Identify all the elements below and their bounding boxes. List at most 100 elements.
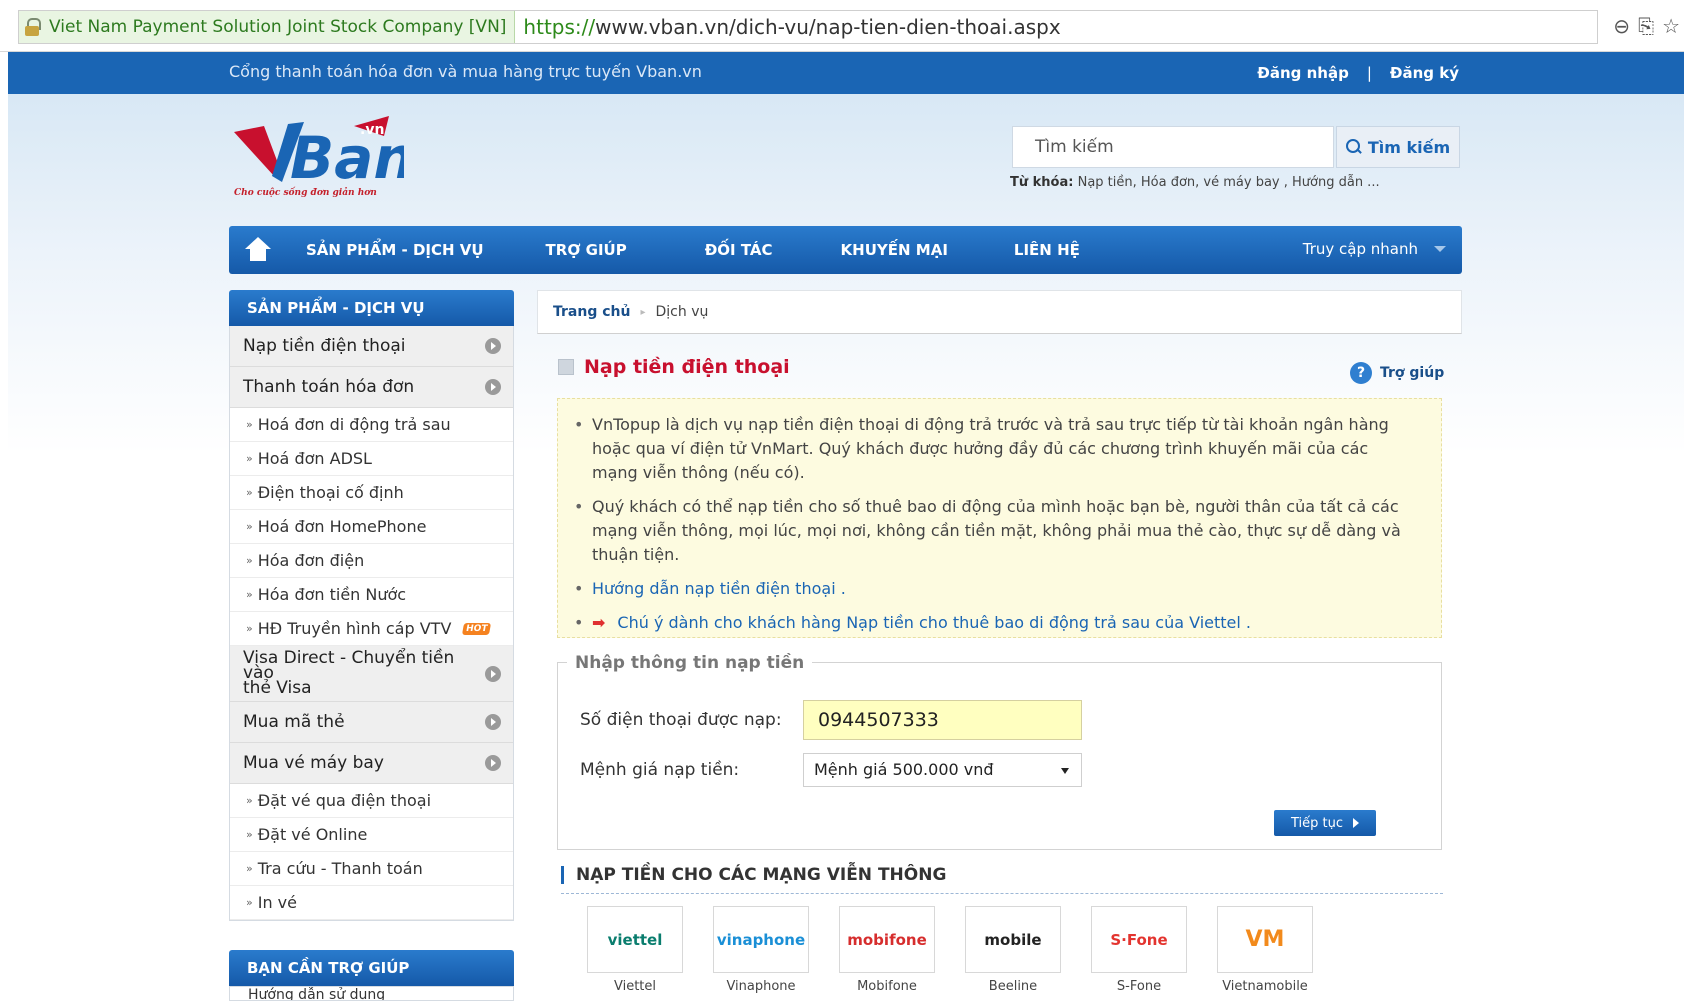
nav-promotions[interactable]: KHUYẾN MẠI	[841, 241, 948, 259]
circle-arrow-icon	[485, 714, 501, 730]
networks-divider	[561, 893, 1443, 894]
dropdown-arrow-icon	[1061, 768, 1069, 774]
sidebar-cat-label: Thanh toán hóa đơn	[243, 377, 415, 397]
bullet-icon: »	[246, 588, 253, 601]
home-icon[interactable]	[243, 237, 273, 263]
sidebar-cat-flight[interactable]: Mua vé máy bay	[230, 743, 513, 784]
networks-title: NẠP TIỀN CHO CÁC MẠNG VIỄN THÔNG	[561, 866, 946, 884]
mobifone-logo: mobifone	[839, 906, 935, 973]
carrier-beeline[interactable]: mobile Beeline	[965, 906, 1061, 994]
bullet-icon: »	[246, 486, 253, 499]
sidebar-item-vtv[interactable]: » HĐ Truyền hình cáp VTV HOT	[230, 612, 513, 646]
bullet-icon: »	[246, 520, 253, 533]
star-icon[interactable]: ☆	[1662, 14, 1680, 38]
auth-links: Đăng nhập | Đăng ký	[1257, 64, 1459, 82]
carrier-name: Beeline	[988, 979, 1038, 994]
bullet-icon: »	[246, 418, 253, 431]
sfone-logo: S·Fone	[1091, 906, 1187, 973]
breadcrumb: Trang chủ ▸ Dịch vụ	[537, 290, 1462, 334]
sidebar-cat-label: Mua mã thẻ	[243, 712, 345, 732]
sidebar-item-label: In vé	[257, 893, 297, 912]
amount-select[interactable]: Mệnh giá 500.000 vnđ	[803, 753, 1082, 787]
carrier-mobifone[interactable]: mobifone Mobifone	[839, 906, 935, 994]
topup-guide-link[interactable]: Hướng dẫn nạp tiền điện thoại .	[570, 577, 1417, 601]
nav-contact[interactable]: LIÊN HỆ	[1014, 241, 1080, 259]
sidebar-item-print[interactable]: » In vé	[230, 886, 513, 920]
sidebar-menu: Nạp tiền điện thoại Thanh toán hóa đơn »…	[229, 326, 514, 921]
ev-certificate-badge[interactable]: Viet Nam Payment Solution Joint Stock Co…	[19, 11, 516, 43]
carrier-vinaphone[interactable]: vinaphone Vinaphone	[713, 906, 809, 994]
bullet-icon: »	[246, 622, 253, 635]
visa-label-line2: thẻ Visa	[243, 678, 312, 698]
url-field[interactable]: Viet Nam Payment Solution Joint Stock Co…	[18, 10, 1598, 44]
bullet-icon: »	[246, 896, 253, 909]
sidebar-item-label: Tra cứu - Thanh toán	[257, 859, 423, 878]
sidebar-item-phone-booking[interactable]: » Đặt vé qua điện thoại	[230, 784, 513, 818]
sidebar-cat-topup[interactable]: Nạp tiền điện thoại	[230, 326, 513, 367]
search-keywords: Từ khóa: Nạp tiền, Hóa đơn, vé máy bay ,…	[1010, 175, 1380, 190]
question-icon: ?	[1350, 362, 1372, 384]
circle-arrow-icon	[485, 665, 501, 682]
sidebar-item-water[interactable]: » Hóa đơn tiền Nước	[230, 578, 513, 612]
sidebar-item-label: Hoá đơn ADSL	[257, 449, 372, 468]
logo-tld: .vn	[360, 122, 384, 138]
sidebar-item-adsl[interactable]: » Hoá đơn ADSL	[230, 442, 513, 476]
nav-partners[interactable]: ĐỐI TÁC	[705, 241, 773, 259]
sidebar-cat-bills[interactable]: Thanh toán hóa đơn	[230, 367, 513, 408]
beeline-logo: mobile	[965, 906, 1061, 973]
zoom-icon[interactable]: ⊖	[1613, 14, 1630, 38]
sidebar-cat-label: Nạp tiền điện thoại	[243, 336, 406, 356]
sidebar-cat-visa[interactable]: Visa Direct - Chuyển tiền vào thẻ Visa	[230, 646, 513, 702]
translate-icon[interactable]: ⎘	[1638, 14, 1654, 38]
register-link[interactable]: Đăng ký	[1390, 64, 1459, 82]
help-link[interactable]: ? Trợ giúp	[1350, 362, 1444, 384]
sidebar-item-homephone[interactable]: » Hoá đơn HomePhone	[230, 510, 513, 544]
chevron-down-icon[interactable]	[1434, 246, 1446, 252]
sidebar-item-postpaid[interactable]: » Hoá đơn di động trả sau	[230, 408, 513, 442]
sidebar-item-online-booking[interactable]: » Đặt vé Online	[230, 818, 513, 852]
sidebar-item-electric[interactable]: » Hóa đơn điện	[230, 544, 513, 578]
phone-label: Số điện thoại được nạp:	[580, 710, 782, 730]
url-path: www.vban.vn/dich-vu/nap-tien-dien-thoai.…	[595, 15, 1061, 39]
sidebar-item-lookup[interactable]: » Tra cứu - Thanh toán	[230, 852, 513, 886]
carrier-sfone[interactable]: S·Fone S-Fone	[1091, 906, 1187, 994]
quick-access-menu[interactable]: Truy cập nhanh	[1303, 240, 1418, 258]
breadcrumb-home[interactable]: Trang chủ	[553, 304, 630, 320]
sidebar-item-landline[interactable]: » Điện thoại cố định	[230, 476, 513, 510]
carrier-name: S-Fone	[1116, 979, 1162, 994]
nav-products[interactable]: SẢN PHẨM - DỊCH VỤ	[306, 241, 484, 259]
keywords-label: Từ khóa:	[1010, 175, 1074, 190]
bullet-icon: »	[246, 862, 253, 875]
sidebar-item-label: Điện thoại cố định	[257, 483, 404, 502]
circle-arrow-icon	[485, 379, 501, 395]
login-link[interactable]: Đăng nhập	[1257, 64, 1349, 82]
help-link-label: Trợ giúp	[1380, 365, 1445, 381]
page-title-text: Nạp tiền điện thoại	[584, 356, 790, 378]
sidebar-item-label: Hoá đơn HomePhone	[257, 517, 427, 536]
sidebar-item-label: HĐ Truyền hình cáp VTV	[257, 619, 452, 638]
nav-help[interactable]: TRỢ GIÚP	[546, 241, 627, 259]
url-text[interactable]: https://www.vban.vn/dich-vu/nap-tien-die…	[515, 15, 1060, 39]
carrier-vietnamobile[interactable]: VM Vietnamobile	[1217, 906, 1313, 994]
carrier-viettel[interactable]: viettel Viettel	[587, 906, 683, 994]
breadcrumb-current[interactable]: Dịch vụ	[656, 304, 709, 320]
phone-number-input[interactable]: 0944507333	[803, 700, 1082, 740]
amount-selected-value: Mệnh giá 500.000 vnđ	[814, 760, 994, 779]
sidebar-item-label: Hóa đơn điện	[257, 551, 365, 570]
form-legend: Nhập thông tin nạp tiền	[567, 653, 813, 673]
sidebar-item-label: Đặt vé qua điện thoại	[257, 791, 432, 810]
help-guide-link[interactable]: Hướng dẫn sử dụng	[229, 986, 514, 1001]
bullet-icon: »	[246, 452, 253, 465]
search-button[interactable]: Tìm kiếm	[1336, 126, 1460, 168]
sidebar-cat-card[interactable]: Mua mã thẻ	[230, 702, 513, 743]
viettel-postpaid-link[interactable]: ➡ Chú ý dành cho khách hàng Nạp tiền cho …	[570, 611, 1417, 635]
keywords-list[interactable]: Nạp tiền, Hóa đơn, vé máy bay , Hướng dẫ…	[1078, 175, 1380, 190]
carrier-name: Viettel	[613, 979, 657, 994]
help-box-header: BẠN CẦN TRỢ GIÚP	[229, 950, 514, 986]
search-input[interactable]: Tìm kiếm	[1012, 126, 1334, 168]
search-button-label: Tìm kiếm	[1367, 137, 1451, 157]
viettel-note-text: Chú ý dành cho khách hàng Nạp tiền cho t…	[617, 613, 1251, 632]
arrow-right-icon: ➡	[592, 613, 606, 632]
continue-button[interactable]: Tiếp tục	[1274, 810, 1376, 836]
carrier-name: Mobifone	[857, 979, 917, 994]
